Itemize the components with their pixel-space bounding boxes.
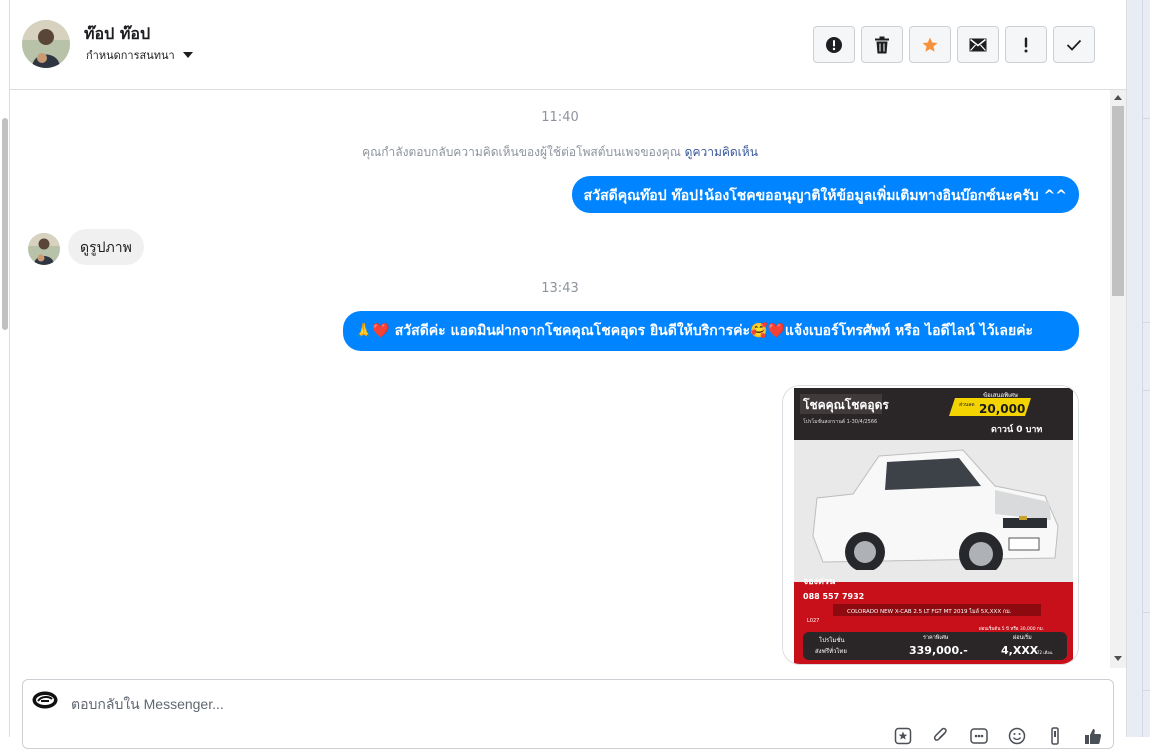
checkmark-icon	[1066, 39, 1082, 51]
like-button[interactable]	[1083, 726, 1103, 746]
payment-button[interactable]	[1045, 726, 1065, 746]
star-icon	[922, 37, 938, 52]
messenger-inbox-window: ท๊อป ท๊อป กำหนดการสนทนา 11:40 คุณกำลังตอ…	[0, 0, 1150, 749]
ad-months: 72 เดือน	[1037, 650, 1053, 655]
reply-input[interactable]: ตอบกลับใน Messenger...	[71, 694, 224, 716]
alert-circle-icon	[826, 36, 842, 53]
notice-text: คุณกำลังตอบกลับความคิดเห็นของผู้ใช้ต่อโพ…	[362, 145, 681, 159]
assign-label: กำหนดการสนทนา	[86, 49, 175, 62]
right-panel-edge	[1126, 0, 1150, 737]
scroll-down-arrow-icon[interactable]	[1114, 656, 1122, 661]
ad-installment: 4,XXX	[1001, 644, 1039, 657]
contact-name[interactable]: ท๊อป ท๊อป	[84, 22, 150, 47]
conversation-header: ท๊อป ท๊อป กำหนดการสนทนา	[10, 0, 1126, 90]
paperclip-icon	[933, 727, 947, 741]
page-avatar	[32, 691, 58, 709]
thread-scrollbar[interactable]	[1110, 90, 1126, 668]
message-composer[interactable]: ตอบกลับใน Messenger...	[22, 679, 1114, 749]
ad-code: L027	[807, 618, 819, 624]
mark-done-button[interactable]	[1053, 26, 1095, 63]
right-divider-tick	[1143, 390, 1150, 391]
car-ad-image: โชคคุณโชคอุดร โปรโมชั่นสงกรานต์ 1-30/4/2…	[783, 386, 1078, 664]
left-panel-edge	[0, 0, 10, 737]
right-divider-tick	[1143, 612, 1150, 613]
ad-model: COLORADO NEW X-CAB 2.5 LT FGT MT 2019 ไม…	[847, 608, 1012, 615]
ad-brand: โชคคุณโชคอุดร	[802, 397, 889, 413]
right-divider-tick	[1143, 322, 1150, 323]
caret-down-icon	[182, 52, 193, 58]
ad-discount: 20,000	[979, 402, 1025, 416]
ad-promo-small: โปรโมชั่นสงกรานต์ 1-30/4/2566	[803, 418, 877, 425]
smiley-icon	[1008, 727, 1026, 745]
right-divider-tick	[1143, 118, 1150, 119]
ad-price-label: ราคาพิเศษ	[923, 634, 949, 641]
contact-avatar-small	[28, 233, 60, 265]
ad-installment-label: ผ่อนเริ่ม	[1013, 633, 1032, 641]
gif-button[interactable]	[969, 726, 989, 746]
comment-reply-notice: คุณกำลังตอบกลับความคิดเห็นของผู้ใช้ต่อโพ…	[10, 143, 1110, 162]
ad-down-payment: ดาวน์ 0 บาท	[991, 423, 1042, 435]
timestamp: 13:43	[541, 281, 579, 296]
scroll-up-arrow-icon[interactable]	[1114, 95, 1122, 100]
star-button[interactable]	[909, 26, 951, 63]
header-actions	[813, 26, 1095, 63]
thumbs-up-icon	[1085, 729, 1102, 744]
ad-nationwide: ส่งฟรีทั่วไทย	[815, 647, 847, 655]
right-divider	[1142, 0, 1143, 737]
ad-book-now: จองด่วน	[803, 576, 836, 587]
message-thread[interactable]: 11:40 คุณกำลังตอบกลับความคิดเห็นของผู้ใช…	[10, 90, 1110, 668]
trash-icon	[875, 36, 889, 53]
emoji-button[interactable]	[1007, 726, 1027, 746]
envelope-icon	[969, 38, 987, 51]
scrollbar-thumb[interactable]	[1112, 106, 1124, 296]
assign-conversation-dropdown[interactable]: กำหนดการสนทนา	[86, 46, 193, 64]
image-attachment[interactable]: โชคคุณโชคอุดร โปรโมชั่นสงกรานต์ 1-30/4/2…	[782, 385, 1079, 665]
outgoing-message[interactable]: สวัสดีคุณท๊อป ท๊อป!น้องโชคขออนุญาติให้ข้…	[571, 176, 1079, 213]
outgoing-message[interactable]: 🙏❤️ สวัสดีค่ะ แอดมินฝากจากโชคคุณโชคอุดร …	[343, 311, 1079, 351]
ad-fine-print: ผ่อนเริ่มต้น 5 ปี หรือ 30,000 กม.	[979, 625, 1044, 632]
saved-reply-icon	[894, 727, 912, 745]
incoming-message[interactable]: ดูรูปภาพ	[68, 229, 144, 265]
saved-reply-button[interactable]	[893, 726, 913, 746]
contact-avatar[interactable]	[22, 20, 70, 68]
composer-toolbar	[893, 726, 1103, 746]
ad-discount-label: ส่วนลด	[959, 402, 975, 408]
mark-unread-button[interactable]	[957, 26, 999, 63]
timestamp: 11:40	[541, 110, 579, 125]
exclamation-icon	[1024, 37, 1028, 52]
view-comment-link[interactable]: ดูความคิดเห็น	[685, 145, 758, 159]
ad-special: ข้อเสนอพิเศษ	[983, 392, 1018, 399]
ad-price: 339,000.-	[909, 644, 968, 657]
delete-button[interactable]	[861, 26, 903, 63]
attach-file-button[interactable]	[931, 726, 951, 746]
follow-up-button[interactable]	[1005, 26, 1047, 63]
gif-icon	[970, 728, 988, 744]
left-scrollbar[interactable]	[2, 118, 8, 330]
report-spam-button[interactable]	[813, 26, 855, 63]
right-divider-tick	[1143, 690, 1150, 691]
ad-phone: 088 557 7932	[803, 592, 864, 601]
payment-icon	[1051, 727, 1059, 745]
ad-promo-label: โปรโมชั่น	[819, 636, 845, 644]
